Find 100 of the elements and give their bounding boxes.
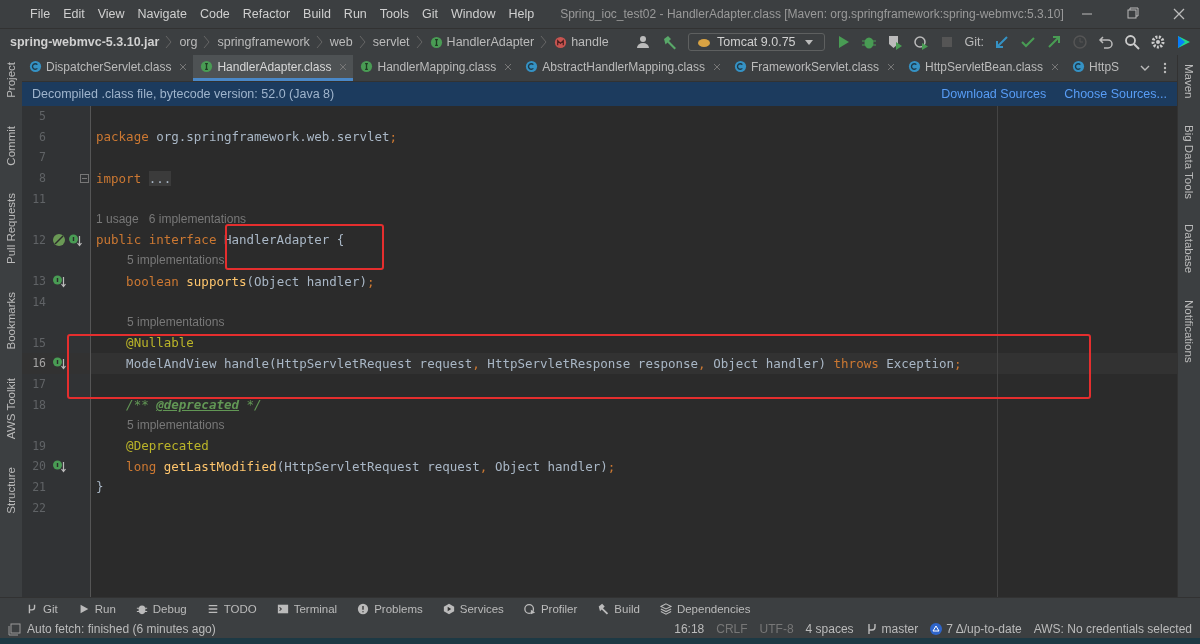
update-arrow-icon[interactable] — [994, 34, 1010, 50]
code-line: @Deprecated — [125, 438, 209, 454]
close-icon[interactable] — [179, 62, 188, 71]
status-item[interactable]: 16:18 — [674, 622, 705, 636]
code-hint[interactable]: 5 implementations — [91, 418, 225, 433]
status-item[interactable]: AWS: No credentials selected — [1033, 622, 1192, 636]
plugin-logo-icon[interactable] — [1176, 34, 1192, 50]
implemented-icon[interactable] — [52, 274, 66, 289]
status-item[interactable]: 4 spaces — [805, 622, 854, 636]
chevron-icon — [165, 35, 174, 49]
exclamation-icon — [357, 603, 370, 615]
banner-link[interactable]: Download Sources — [941, 87, 1047, 101]
code-line: package org.springframework.web.servlet; — [95, 129, 398, 145]
window-title: Spring_ioc_test02 - HandlerAdapter.class [Maven: org.springframework:spring-webmvc:5.3.10] — [560, 7, 1064, 21]
method-icon — [554, 35, 568, 49]
tool-window-tab[interactable]: AWS Toolkit — [5, 374, 17, 443]
interface-icon — [429, 35, 443, 49]
tool-window-button[interactable]: Debug — [135, 603, 187, 615]
menu-item[interactable]: Tools — [373, 7, 415, 21]
status-item[interactable]: master — [865, 622, 919, 636]
implemented-icon[interactable] — [52, 356, 66, 371]
close-icon[interactable] — [712, 62, 721, 71]
profile-icon[interactable] — [912, 34, 929, 50]
tool-window-tab[interactable]: Notifications — [1183, 296, 1195, 366]
code-line: import ... — [95, 170, 172, 186]
menu-item[interactable]: Refactor — [236, 7, 297, 21]
menu-item[interactable]: Edit — [57, 7, 91, 21]
tool-window-button[interactable]: Run — [77, 603, 116, 615]
status-message: Auto fetch: finished (6 minutes ago) — [27, 622, 216, 636]
banner-link[interactable]: Choose Sources... — [1064, 87, 1167, 101]
tool-window-button[interactable]: Problems — [357, 603, 423, 615]
file-tab[interactable]: AbstractHandlerMapping.class — [518, 55, 727, 81]
breadcrumb[interactable]: HandlerAdapter — [429, 35, 535, 49]
interface-icon — [200, 60, 214, 73]
file-tab[interactable]: HandlerMapping.class — [353, 55, 519, 81]
code-hint[interactable]: 1 usage 6 implementations — [91, 212, 247, 227]
breadcrumb[interactable]: springframework — [217, 35, 310, 49]
breadcrumb[interactable]: spring-webmvc-5.3.10.jar — [10, 35, 160, 49]
gauge-play-icon — [523, 603, 536, 615]
chevron-icon — [358, 35, 367, 49]
status-item[interactable]: 7 Δ/up-to-date — [930, 622, 1022, 636]
menu-item[interactable]: Window — [444, 7, 502, 21]
tool-window-tab[interactable]: Structure — [5, 464, 17, 517]
terminal-icon — [276, 603, 289, 615]
run-configuration-dropdown[interactable]: Tomcat 9.0.75 — [688, 33, 825, 51]
tool-window-button[interactable]: Terminal — [276, 603, 338, 615]
menu-item[interactable]: Navigate — [131, 7, 193, 21]
delta-icon — [930, 623, 943, 635]
close-icon[interactable] — [504, 62, 513, 71]
undo-icon[interactable] — [1098, 34, 1114, 50]
tool-window-button[interactable]: Services — [442, 603, 504, 615]
branch-icon — [865, 623, 878, 635]
menu-item[interactable]: Build — [297, 7, 337, 21]
fold-icon[interactable] — [80, 173, 89, 183]
menu-item[interactable]: View — [91, 7, 131, 21]
menu-item[interactable]: Run — [337, 7, 373, 21]
tool-window-button[interactable]: Git — [26, 603, 58, 615]
tool-window-tab[interactable]: Bookmarks — [5, 289, 17, 353]
file-tab[interactable]: FrameworkServlet.class — [726, 55, 901, 81]
code-hint[interactable]: 5 implementations — [91, 253, 225, 268]
implemented-icon[interactable] — [52, 459, 66, 474]
implemented-icon[interactable] — [68, 232, 82, 247]
tool-window-tab[interactable]: Project — [5, 59, 17, 101]
tool-window-button[interactable]: Dependencies — [659, 603, 751, 615]
tool-window-tab[interactable]: Commit — [5, 122, 17, 169]
code-line: /** @deprecated */ — [125, 397, 262, 413]
tool-window-button[interactable]: TODO — [206, 603, 257, 615]
settings-icon[interactable] — [1150, 34, 1166, 50]
search-icon[interactable] — [1124, 34, 1140, 50]
close-icon[interactable] — [887, 62, 895, 71]
tool-window-tab[interactable]: Big Data Tools — [1183, 121, 1195, 202]
class-icon — [1072, 60, 1086, 73]
tool-window-button[interactable]: Profiler — [523, 603, 578, 615]
panel-toggle-icon[interactable] — [8, 622, 21, 636]
menu-item[interactable]: Code — [193, 7, 236, 21]
push-arrow-icon[interactable] — [1046, 34, 1062, 50]
file-tab[interactable]: HttpS — [1065, 55, 1120, 81]
hexagon-play-icon — [442, 603, 455, 615]
class-icon — [733, 60, 747, 73]
breadcrumb[interactable]: handle — [554, 35, 609, 49]
tool-window-tab[interactable]: Database — [1183, 221, 1195, 277]
tool-window-tab[interactable]: Maven — [1183, 61, 1195, 102]
close-icon[interactable] — [1051, 62, 1060, 71]
hammer-icon[interactable] — [662, 34, 679, 50]
breadcrumb[interactable]: web — [329, 35, 353, 49]
coverage-icon[interactable] — [886, 34, 903, 50]
code-hint[interactable]: 5 implementations — [91, 315, 225, 330]
file-tab[interactable]: HandlerAdapter.class — [193, 55, 354, 81]
tool-window-button[interactable]: Build — [597, 603, 640, 615]
breadcrumb[interactable]: servlet — [372, 35, 410, 49]
file-tab[interactable]: HttpServletBean.class — [901, 55, 1066, 81]
menu-item[interactable]: Help — [502, 7, 541, 21]
tool-window-tab[interactable]: Pull Requests — [5, 190, 17, 268]
file-tab[interactable]: DispatcherServlet.class — [22, 55, 194, 81]
menu-item[interactable]: File — [24, 7, 57, 21]
breadcrumb[interactable]: org — [179, 35, 198, 49]
menu-item[interactable]: Git — [416, 7, 444, 21]
chevron-icon — [415, 35, 424, 49]
bug-icon — [135, 603, 148, 615]
checkmark-icon[interactable] — [1020, 34, 1036, 50]
